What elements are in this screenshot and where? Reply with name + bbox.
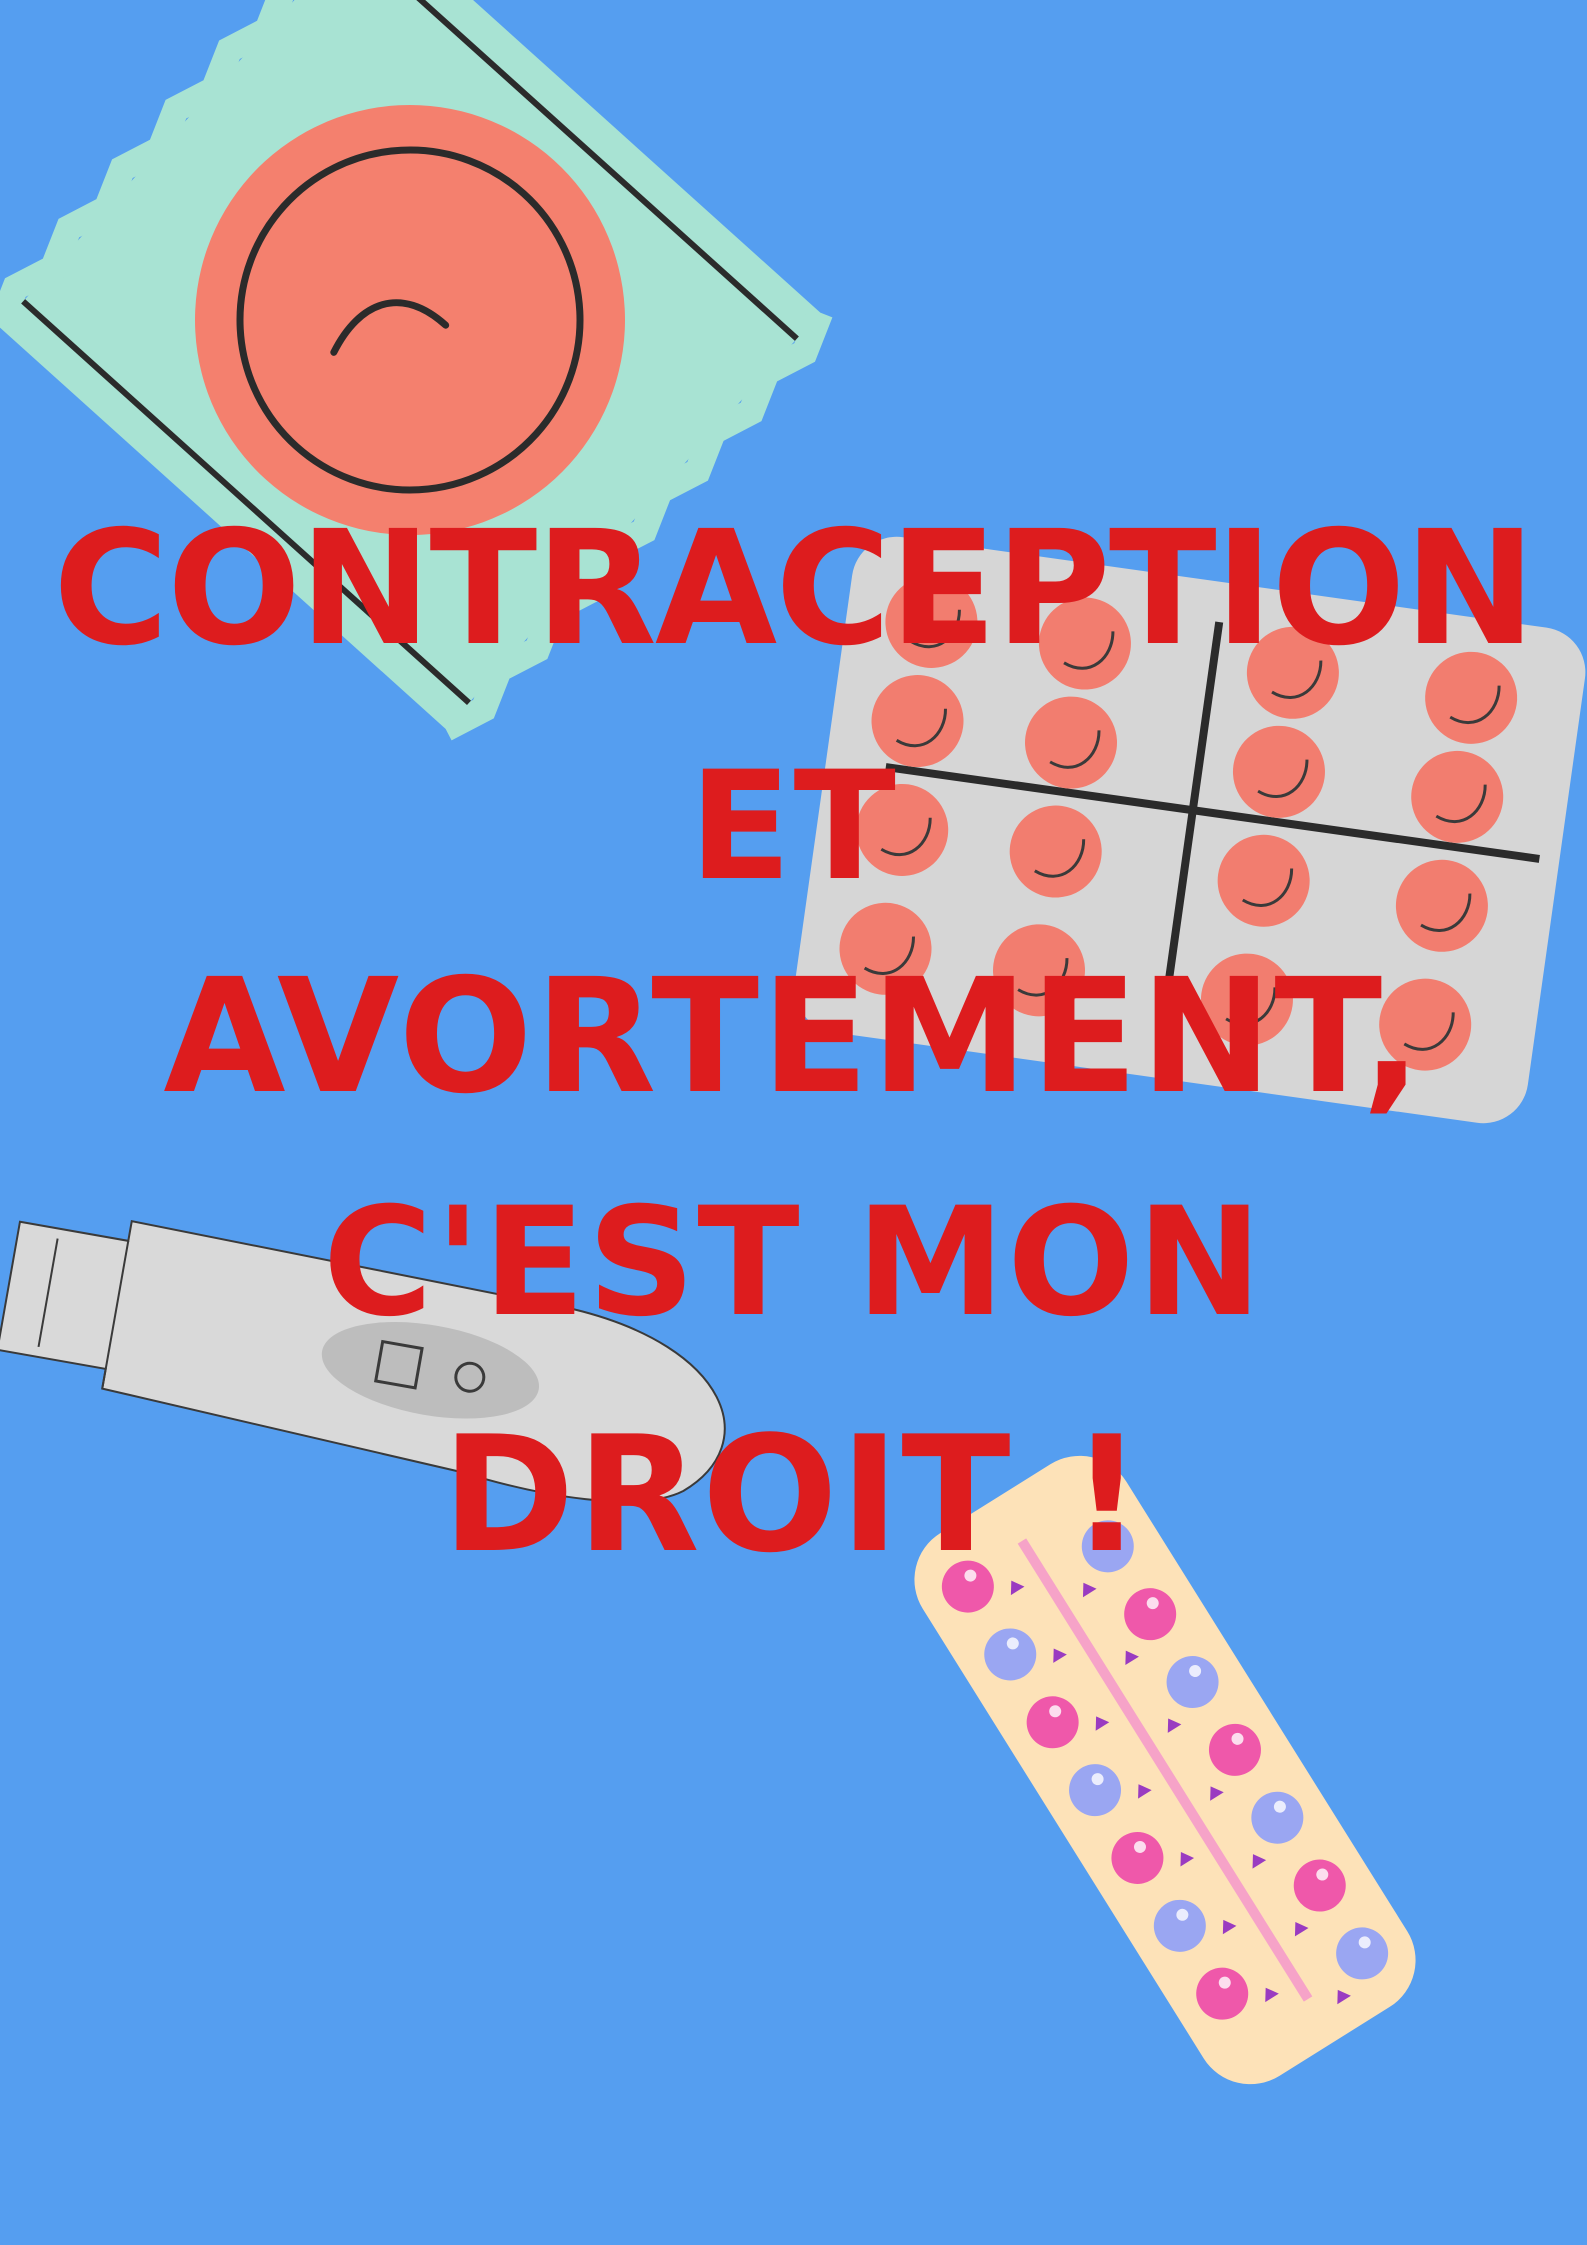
headline-line-2: ET	[689, 740, 898, 914]
headline-line-3: AVORTEMENT,	[163, 945, 1424, 1129]
headline-line-4: C'EST MON	[322, 1176, 1265, 1350]
headline-line-5: DROIT !	[441, 1401, 1146, 1588]
headline-line-1: CONTRACEPTION	[52, 497, 1536, 681]
poster: CONTRACEPTION ET AVORTEMENT, C'EST MON D…	[0, 0, 1587, 2245]
